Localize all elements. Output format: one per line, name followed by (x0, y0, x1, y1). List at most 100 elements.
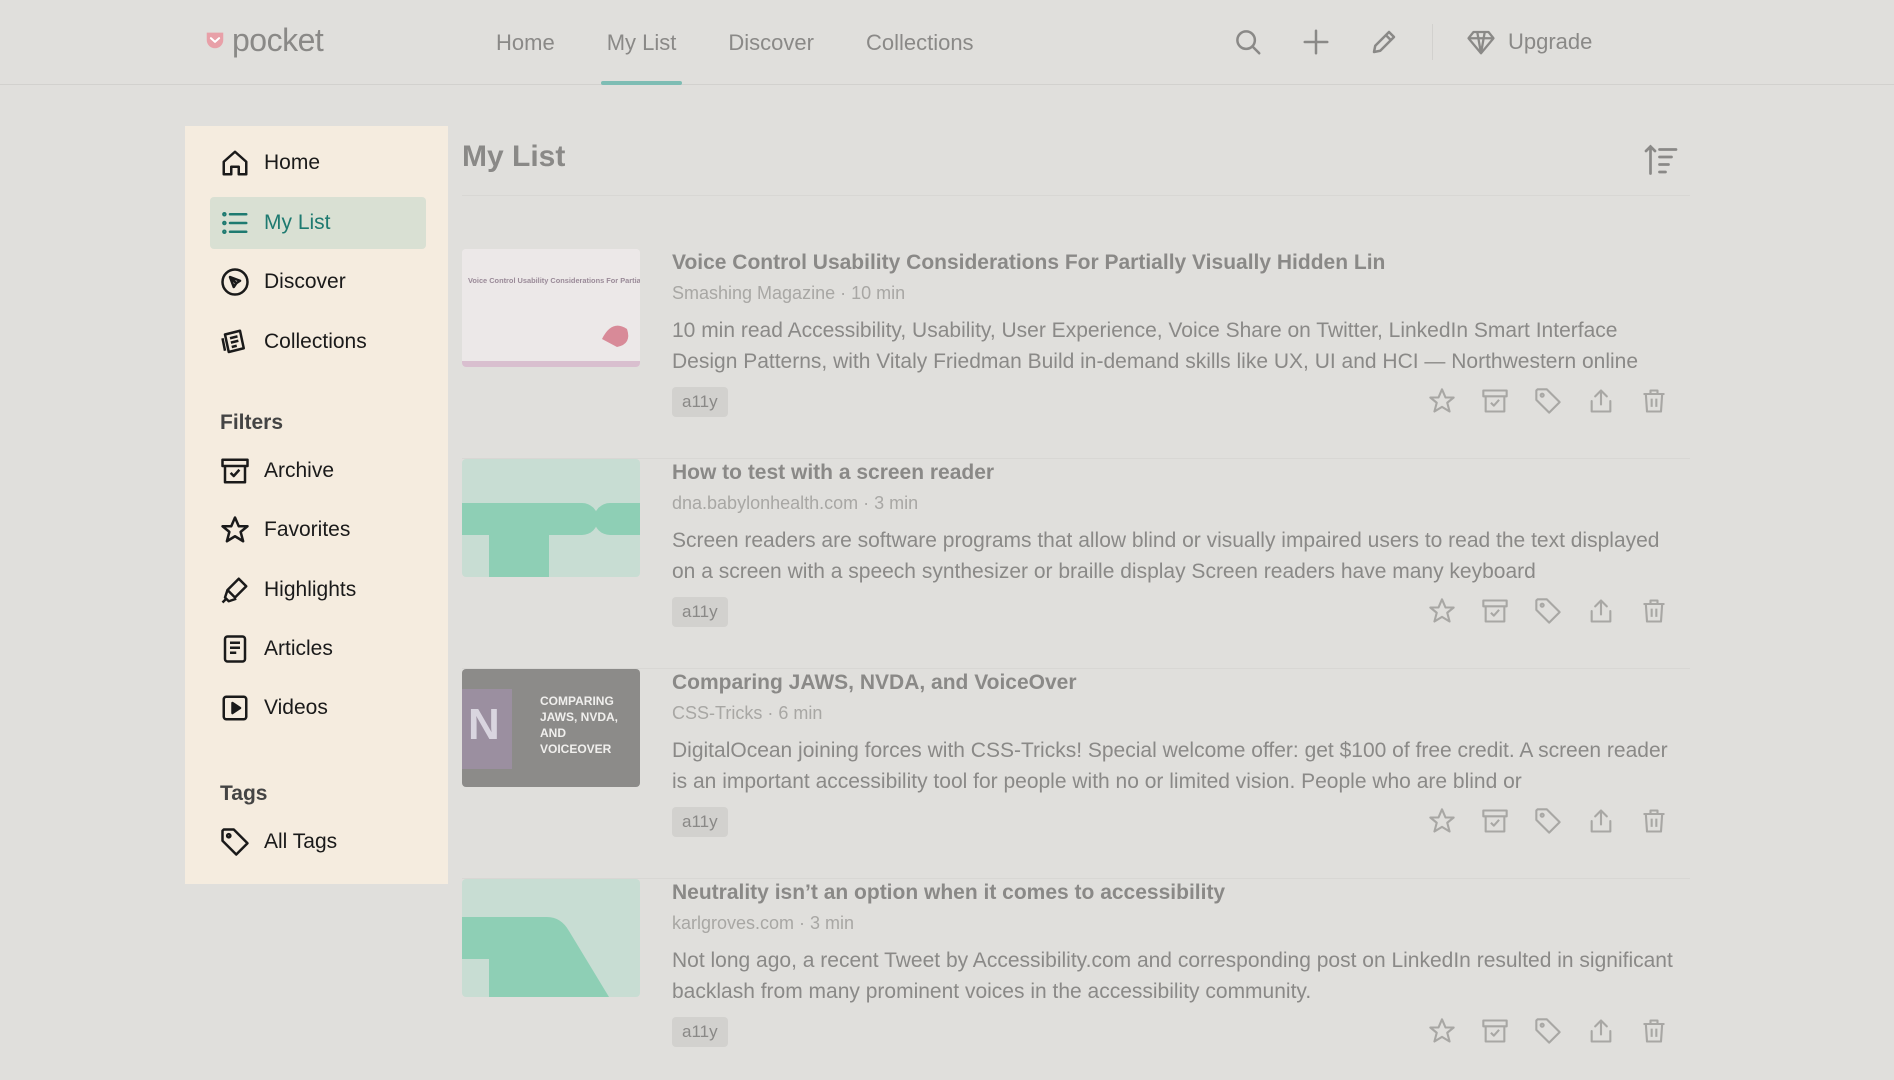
search-icon (1236, 30, 1261, 55)
archive-icon (1482, 599, 1508, 623)
sidebar-item-favorites[interactable]: Favorites (210, 504, 426, 556)
sidebar-item-my-list[interactable]: My List (210, 197, 426, 249)
favorite-button[interactable] (1428, 387, 1456, 415)
search-button[interactable] (1230, 24, 1266, 60)
share-icon (1590, 809, 1612, 833)
sidebar-item-collections[interactable]: Collections (210, 316, 426, 368)
delete-button[interactable] (1640, 597, 1668, 625)
tag-icon (1535, 388, 1561, 414)
sidebar-item-label: All Tags (264, 830, 338, 853)
tag-icon (1535, 808, 1561, 834)
archive-button[interactable] (1481, 807, 1509, 835)
tag-icon (221, 828, 249, 856)
tag-badge[interactable]: a11y (672, 597, 728, 627)
sidebar-item-label: Archive (264, 459, 335, 482)
favorite-button[interactable] (1428, 597, 1456, 625)
article-title[interactable]: Comparing JAWS, NVDA, and VoiceOver (672, 671, 1672, 695)
trash-icon (1643, 389, 1665, 413)
article-icon (223, 635, 247, 663)
thumbnail-graphic (462, 879, 640, 997)
item-actions (1428, 1017, 1668, 1045)
article-excerpt: Not long ago, a recent Tweet by Accessib… (672, 949, 1673, 1003)
article-thumbnail[interactable] (462, 879, 640, 997)
sidebar-item-highlights[interactable]: Highlights (210, 564, 426, 616)
topnav-home[interactable]: Home (470, 0, 581, 85)
tag-badge[interactable]: a11y (672, 1017, 728, 1047)
article-excerpt: DigitalOcean joining forces with CSS-Tri… (672, 739, 1668, 793)
topnav-collections[interactable]: Collections (840, 0, 1000, 85)
tag-badge[interactable]: a11y (672, 387, 728, 417)
archive-icon (1482, 389, 1508, 413)
article-thumbnail[interactable]: N COMPARING JAWS, NVDA, AND VOICEOVER (462, 669, 640, 787)
archive-icon (221, 458, 249, 484)
delete-button[interactable] (1640, 1017, 1668, 1045)
sidebar-item-home[interactable]: Home (210, 137, 426, 189)
pocket-logo[interactable]: pocket (204, 22, 324, 58)
tag-badge[interactable]: a11y (672, 807, 728, 837)
toolbar-divider (1432, 24, 1433, 60)
sidebar-item-label: Home (264, 151, 321, 174)
thumbnail-graphic (462, 459, 640, 577)
bulk-edit-button[interactable] (1366, 24, 1402, 60)
share-icon (1590, 1019, 1612, 1043)
thumbnail-caption: Voice Control Usability Considerations F… (468, 276, 640, 285)
share-button[interactable] (1587, 807, 1615, 835)
archive-button[interactable] (1481, 597, 1509, 625)
tag-button[interactable] (1534, 387, 1562, 415)
tag-button[interactable] (1534, 1017, 1562, 1045)
list-item[interactable]: Neutrality isn’t an option when it comes… (462, 879, 1690, 1080)
topnav-my-list[interactable]: My List (581, 0, 703, 85)
sidebar-item-label: Favorites (264, 518, 351, 541)
article-thumbnail[interactable]: Voice Control Usability Considerations F… (462, 249, 640, 367)
favorite-button[interactable] (1428, 807, 1456, 835)
trash-icon (1643, 1019, 1665, 1043)
pencil-icon (1372, 30, 1396, 54)
delete-button[interactable] (1640, 387, 1668, 415)
tag-button[interactable] (1534, 807, 1562, 835)
article-meta: Smashing Magazine · 10 min (672, 283, 906, 303)
delete-button[interactable] (1640, 807, 1668, 835)
article-meta: karlgroves.com · 3 min (672, 913, 855, 933)
article-excerpt: Screen readers are software programs tha… (672, 529, 1660, 583)
share-button[interactable] (1587, 1017, 1615, 1045)
article-title[interactable]: How to test with a screen reader (672, 461, 1672, 485)
archive-button[interactable] (1481, 387, 1509, 415)
share-button[interactable] (1587, 387, 1615, 415)
share-icon (1590, 599, 1612, 623)
archive-button[interactable] (1481, 1017, 1509, 1045)
article-title[interactable]: Neutrality isn’t an option when it comes… (672, 881, 1672, 905)
title-divider (462, 195, 1690, 196)
sidebar-item-label: Discover (264, 270, 346, 293)
upgrade-button[interactable]: Upgrade (1466, 22, 1592, 62)
tag-button[interactable] (1534, 597, 1562, 625)
svg-text:N: N (468, 700, 500, 749)
archive-icon (1482, 1019, 1508, 1043)
sidebar-item-label: My List (264, 211, 331, 234)
plus-icon (1303, 29, 1329, 55)
sort-icon[interactable] (1643, 142, 1679, 178)
favorite-button[interactable] (1428, 1017, 1456, 1045)
top-header: pocket Home My List Discover Collections… (0, 0, 1894, 85)
list-item[interactable]: N COMPARING JAWS, NVDA, AND VOICEOVER Co… (462, 669, 1690, 879)
sidebar-item-all-tags[interactable]: All Tags (210, 816, 426, 868)
list-item[interactable]: How to test with a screen reader dna.bab… (462, 459, 1690, 669)
page-title: My List (462, 140, 566, 173)
compass-icon (221, 268, 249, 296)
trash-icon (1643, 599, 1665, 623)
list-item[interactable]: Voice Control Usability Considerations F… (462, 249, 1690, 459)
sidebar-item-articles[interactable]: Articles (210, 623, 426, 675)
thumbnail-caption: COMPARING JAWS, NVDA, AND VOICEOVER (540, 694, 619, 753)
sidebar-item-archive[interactable]: Archive (210, 445, 426, 497)
article-title[interactable]: Voice Control Usability Considerations F… (672, 251, 1672, 275)
sidebar-item-videos[interactable]: Videos (210, 682, 426, 734)
sidebar-item-label: Highlights (264, 578, 357, 601)
thumbnail-graphic: N COMPARING JAWS, NVDA, AND VOICEOVER (462, 669, 640, 787)
star-icon (1429, 388, 1455, 413)
add-item-button[interactable] (1298, 24, 1334, 60)
tags-heading: Tags (220, 782, 268, 805)
article-thumbnail[interactable] (462, 459, 640, 577)
diamond-icon (1467, 30, 1495, 55)
share-button[interactable] (1587, 597, 1615, 625)
sidebar-item-discover[interactable]: Discover (210, 256, 426, 308)
topnav-discover[interactable]: Discover (702, 0, 840, 85)
